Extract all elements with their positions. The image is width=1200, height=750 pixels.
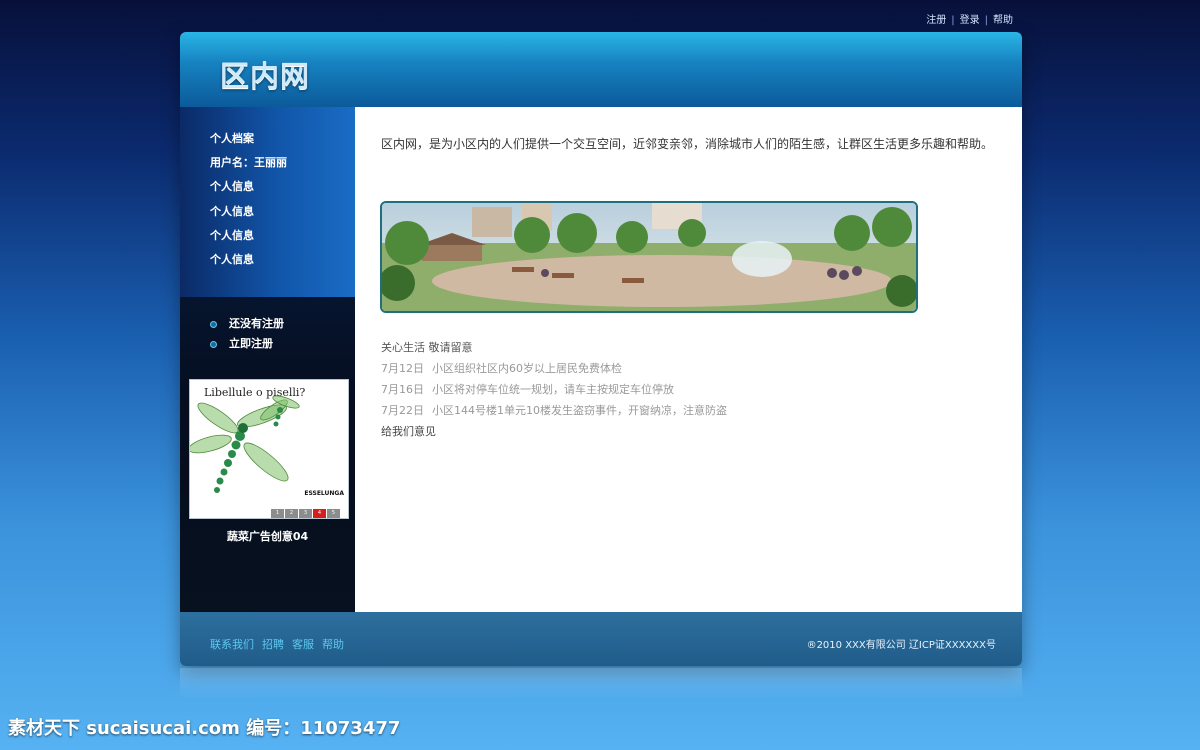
footer: 联系我们 招聘 客服 帮助 ®2010 XXX有限公司 辽ICP证XXXXXX号 bbox=[180, 612, 1022, 666]
frame-reflection bbox=[180, 668, 1022, 698]
header: 区内网 bbox=[180, 32, 1022, 108]
footer-link-service[interactable]: 客服 bbox=[292, 638, 314, 651]
news-item[interactable]: 7月12日 小区组织社区内60岁以上居民免费体检 bbox=[381, 358, 727, 379]
sidebar-nav: 个人档案 用户名：王丽丽 个人信息 个人信息 个人信息 个人信息 bbox=[180, 107, 355, 297]
community-park-photo bbox=[380, 201, 918, 313]
top-links: 注册 | 登录 | 帮助 bbox=[926, 11, 1013, 26]
ad-page-3[interactable]: 3 bbox=[299, 509, 312, 518]
copyright-text: ®2010 XXX有限公司 辽ICP证XXXXXX号 bbox=[806, 640, 996, 651]
news-text: 小区组织社区内60岁以上居民免费体检 bbox=[432, 362, 622, 375]
ad-page-5[interactable]: 5 bbox=[327, 509, 340, 518]
top-link-help[interactable]: 帮助 bbox=[993, 15, 1013, 26]
footer-link-contact[interactable]: 联系我们 bbox=[210, 638, 254, 651]
top-link-register[interactable]: 注册 bbox=[926, 15, 946, 26]
ad-title: Libellule o piselli? bbox=[204, 386, 306, 399]
news-section: 关心生活 敬请留意 7月12日 小区组织社区内60岁以上居民免费体检 7月16日小… bbox=[381, 337, 727, 442]
footer-link-help[interactable]: 帮助 bbox=[322, 638, 344, 651]
nav-item-info-2[interactable]: 个人信息 bbox=[210, 200, 355, 224]
register-now-label: 立即注册 bbox=[229, 337, 273, 350]
news-item[interactable]: 7月16日 小区将对停车位统一规划，请车主按规定车位停放 bbox=[381, 379, 727, 400]
divider: | bbox=[951, 15, 955, 26]
not-registered-item[interactable]: 还没有注册 bbox=[210, 314, 284, 334]
ad-pager: 1 2 3 4 5 bbox=[270, 509, 340, 518]
top-link-login[interactable]: 登录 bbox=[960, 15, 980, 26]
news-date: 7月22日 bbox=[381, 404, 424, 417]
main-content: 区内网，是为小区内的人们提供一个交互空间，近邻变亲邻，消除城市人们的陌生感，让群… bbox=[355, 107, 1022, 612]
register-now-link[interactable]: 立即注册 bbox=[210, 334, 284, 354]
divider: | bbox=[984, 15, 988, 26]
news-date: 7月16日 bbox=[381, 383, 424, 396]
nav-item-info-3[interactable]: 个人信息 bbox=[210, 224, 355, 248]
news-title: 关心生活 敬请留意 bbox=[381, 341, 473, 354]
nav-item-profile[interactable]: 个人档案 bbox=[210, 127, 355, 151]
feedback-link[interactable]: 给我们意见 bbox=[381, 421, 727, 442]
nav-item-info-1[interactable]: 个人信息 bbox=[210, 175, 355, 199]
footer-links: 联系我们 招聘 客服 帮助 bbox=[210, 636, 352, 652]
news-text: 小区144号楼1单元10楼发生盗窃事件，开窗纳凉，注意防盗 bbox=[432, 404, 727, 417]
page-frame: 区内网 个人档案 用户名：王丽丽 个人信息 个人信息 个人信息 个人信息 还没有… bbox=[180, 32, 1022, 666]
bullet-icon bbox=[210, 340, 217, 348]
dragonfly-illustration bbox=[190, 395, 300, 493]
ad-caption[interactable]: 蔬菜广告创意04 bbox=[180, 528, 355, 544]
site-logo[interactable]: 区内网 bbox=[220, 53, 310, 95]
nav-item-username: 用户名：王丽丽 bbox=[210, 156, 287, 170]
footer-link-jobs[interactable]: 招聘 bbox=[262, 638, 284, 651]
ad-page-4[interactable]: 4 bbox=[313, 509, 326, 518]
ad-page-1[interactable]: 1 bbox=[271, 509, 284, 518]
intro-text: 区内网，是为小区内的人们提供一个交互空间，近邻变亲邻，消除城市人们的陌生感，让群… bbox=[381, 137, 994, 151]
nav-item-info-4[interactable]: 个人信息 bbox=[210, 248, 355, 272]
news-item[interactable]: 7月22日 小区144号楼1单元10楼发生盗窃事件，开窗纳凉，注意防盗 bbox=[381, 400, 727, 421]
news-text: 小区将对停车位统一规划，请车主按规定车位停放 bbox=[432, 383, 674, 396]
ad-page-2[interactable]: 2 bbox=[285, 509, 298, 518]
not-registered-label: 还没有注册 bbox=[229, 317, 284, 330]
park-scene-image bbox=[382, 203, 916, 311]
sidebar: 个人档案 用户名：王丽丽 个人信息 个人信息 个人信息 个人信息 还没有注册 立… bbox=[180, 107, 355, 612]
ad-brand-logo: ESSELUNGA bbox=[304, 490, 344, 497]
register-box: 还没有注册 立即注册 bbox=[210, 314, 284, 354]
news-date: 7月12日 bbox=[381, 362, 424, 375]
watermark: 素材天下 sucaisucai.com 编号：11073477 bbox=[8, 718, 401, 739]
ad-banner[interactable]: Libellule o piselli? ESSELUNGA 1 2 3 4 5 bbox=[189, 379, 349, 519]
bullet-icon bbox=[210, 320, 217, 328]
